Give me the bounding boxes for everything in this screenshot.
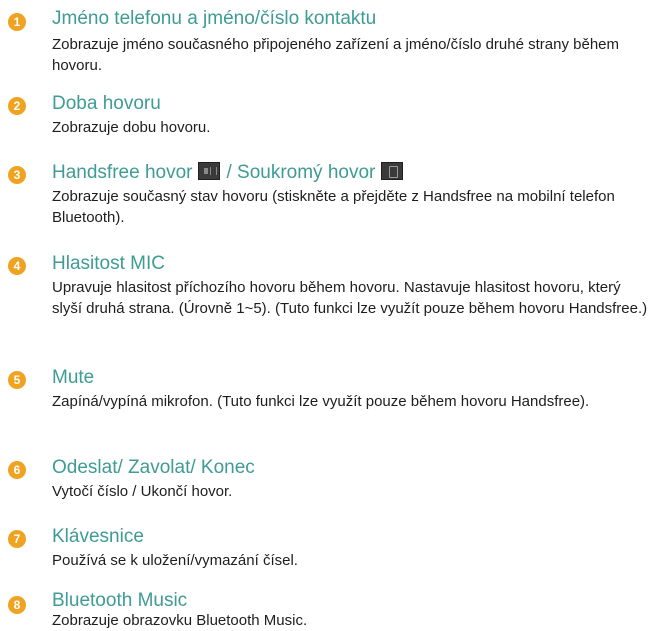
item-description: Zapíná/vypíná mikrofon. (Tuto funkci lze… xyxy=(52,393,590,410)
item-description: Zobrazuje dobu hovoru. xyxy=(52,119,211,136)
number-badge: 1 xyxy=(8,13,26,31)
item-description: Zobrazuje jméno současného připojeného z… xyxy=(52,36,619,74)
item-description: Upravuje hlasitost příchozího hovoru běh… xyxy=(52,279,648,317)
item-description: Zobrazuje současný stav hovoru (stisknět… xyxy=(52,188,615,226)
item-title: Hlasitost MIC xyxy=(52,253,165,274)
item-title: Mute xyxy=(52,367,95,388)
private-call-label: / Soukromý hovor xyxy=(226,162,376,183)
item-title: Bluetooth Music xyxy=(52,590,188,611)
number-badge: 2 xyxy=(8,97,26,115)
item-description: Zobrazuje obrazovku Bluetooth Music. xyxy=(52,612,308,629)
number-badge: 8 xyxy=(8,596,26,614)
item-title: Handsfree hovor / Soukromý hovor xyxy=(52,162,409,184)
item-description: Používá se k uložení/vymazání čísel. xyxy=(52,552,298,569)
number-badge: 4 xyxy=(8,257,26,275)
private-call-icon xyxy=(381,162,404,180)
item-title: Odeslat/ Zavolat/ Konec xyxy=(52,457,255,478)
handsfree-call-icon xyxy=(198,162,221,180)
number-badge: 3 xyxy=(8,166,26,184)
item-title: Doba hovoru xyxy=(52,93,161,114)
number-badge: 5 xyxy=(8,371,26,389)
item-title: Klávesnice xyxy=(52,526,144,547)
handsfree-call-label: Handsfree hovor xyxy=(52,162,193,183)
item-title: Jméno telefonu a jméno/číslo kontaktu xyxy=(52,8,377,29)
item-description: Vytočí číslo / Ukončí hovor. xyxy=(52,483,233,500)
number-badge: 6 xyxy=(8,461,26,479)
number-badge: 7 xyxy=(8,530,26,548)
